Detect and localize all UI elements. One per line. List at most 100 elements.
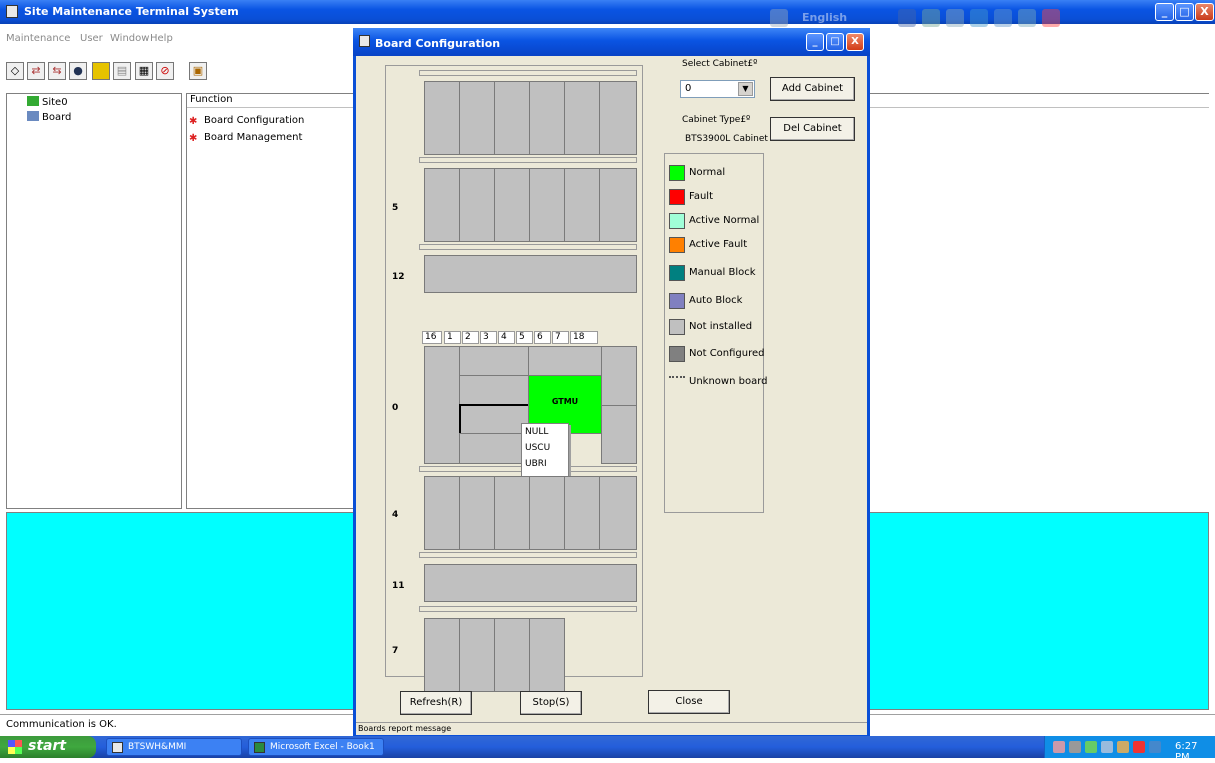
slot[interactable] xyxy=(599,476,637,550)
slot[interactable] xyxy=(424,618,460,692)
arrows-icon[interactable]: ⇆ xyxy=(48,62,66,80)
globe-icon[interactable]: ● xyxy=(69,62,87,80)
slot[interactable] xyxy=(564,81,600,155)
slot-1[interactable] xyxy=(459,346,529,376)
slot[interactable] xyxy=(424,168,460,242)
status-legend: Normal Fault Active Normal Active Fault … xyxy=(664,153,767,513)
diamond-icon[interactable]: ◇ xyxy=(6,62,24,80)
slot[interactable] xyxy=(424,564,637,602)
tray-icon[interactable] xyxy=(1085,741,1097,753)
menu-maintenance[interactable]: Maintenance xyxy=(6,33,70,44)
dialog-close-button[interactable]: X xyxy=(846,33,864,51)
menu-item-uscu[interactable]: USCU xyxy=(522,440,568,456)
site-icon xyxy=(27,96,39,106)
shield-icon xyxy=(994,9,1012,27)
slot[interactable] xyxy=(599,168,637,242)
alert-icon[interactable] xyxy=(1133,741,1145,753)
board-configuration-dialog: Board Configuration _ □ X 5 12 16 1 2 3 … xyxy=(353,28,870,738)
menu-user[interactable]: User xyxy=(80,33,103,44)
menu-item-null[interactable]: NULL xyxy=(522,424,568,440)
tray-icon[interactable] xyxy=(1053,741,1065,753)
board-type-context-menu: NULL USCU UBRI xyxy=(521,423,569,479)
stop-button[interactable]: Stop(S) xyxy=(520,691,582,715)
tree-item-board[interactable]: Board xyxy=(27,111,71,123)
refresh-button[interactable]: Refresh(R) xyxy=(400,691,472,715)
slot[interactable] xyxy=(424,255,637,293)
slot-2[interactable] xyxy=(528,346,602,376)
slot[interactable] xyxy=(494,618,530,692)
row-label-5: 5 xyxy=(392,203,399,213)
dialog-minimize-button[interactable]: _ xyxy=(806,33,824,51)
menu-window[interactable]: Window xyxy=(110,33,149,44)
slot[interactable] xyxy=(529,618,565,692)
status-text: Communication is OK. xyxy=(6,719,117,730)
slot[interactable] xyxy=(459,618,495,692)
slot-number: 18 xyxy=(570,331,598,344)
slot[interactable] xyxy=(529,81,565,155)
dialog-title-bar[interactable]: Board Configuration _ □ X xyxy=(353,28,870,56)
printer-icon[interactable]: ▦ xyxy=(135,62,153,80)
swatch xyxy=(669,213,685,229)
dialog-icon xyxy=(359,35,370,47)
slot[interactable] xyxy=(459,81,495,155)
select-cabinet-label: Select Cabinet£º xyxy=(682,59,758,69)
main-close-button[interactable]: X xyxy=(1195,3,1214,21)
main-maximize-button[interactable]: □ xyxy=(1175,3,1194,21)
slot[interactable] xyxy=(459,168,495,242)
main-minimize-button[interactable]: _ xyxy=(1155,3,1174,21)
slot[interactable] xyxy=(424,476,460,550)
network-icon[interactable] xyxy=(1101,741,1113,753)
slot[interactable] xyxy=(494,476,530,550)
slot-5-selected[interactable] xyxy=(459,404,529,434)
export-icon[interactable]: ▣ xyxy=(189,62,207,80)
dialog-maximize-button[interactable]: □ xyxy=(826,33,844,51)
menu-help[interactable]: Help xyxy=(150,33,173,44)
slot-7[interactable] xyxy=(459,433,529,464)
tree-item-site0[interactable]: Site0 xyxy=(27,96,68,108)
tool-icon: ✱ xyxy=(189,133,198,144)
del-cabinet-button[interactable]: Del Cabinet xyxy=(770,117,855,141)
slot[interactable] xyxy=(564,476,600,550)
add-cabinet-button[interactable]: Add Cabinet xyxy=(770,77,855,101)
slot[interactable] xyxy=(459,476,495,550)
slot-19[interactable] xyxy=(601,405,637,464)
battery-icon[interactable] xyxy=(92,62,110,80)
slot[interactable] xyxy=(599,81,637,155)
slot-16[interactable] xyxy=(424,346,460,464)
slot[interactable] xyxy=(494,168,530,242)
slot[interactable] xyxy=(564,168,600,242)
volume-icon[interactable] xyxy=(1117,741,1129,753)
swatch xyxy=(669,293,685,309)
slot[interactable] xyxy=(529,168,565,242)
right-panel xyxy=(868,93,1209,509)
slot-3[interactable] xyxy=(459,375,529,405)
tree-panel: Site0 Board xyxy=(6,93,182,509)
slot-number: 7 xyxy=(552,331,569,344)
rail xyxy=(419,606,637,612)
app-icon xyxy=(6,5,18,18)
document-icon[interactable]: ▤ xyxy=(113,62,131,80)
swap-icon[interactable]: ⇄ xyxy=(27,62,45,80)
chevron-down-icon[interactable]: ▼ xyxy=(738,82,753,96)
slot-18[interactable] xyxy=(601,346,637,406)
rail xyxy=(419,157,637,163)
taskbar-item-excel[interactable]: Microsoft Excel - Book1 xyxy=(248,738,384,756)
cabinet-select[interactable]: 0 ▼ xyxy=(680,80,755,98)
stop-icon[interactable]: ⊘ xyxy=(156,62,174,80)
rail xyxy=(419,552,637,558)
close-button[interactable]: Close xyxy=(648,690,730,714)
tray-icon[interactable] xyxy=(1069,741,1081,753)
cabinet-select-value: 0 xyxy=(685,83,692,94)
function-item-board-configuration[interactable]: ✱ Board Configuration xyxy=(189,115,304,127)
start-button[interactable]: start xyxy=(0,736,96,758)
slot[interactable] xyxy=(529,476,565,550)
taskbar-item-btswh-mmi[interactable]: BTSWH&MMI xyxy=(106,738,242,756)
function-item-board-management[interactable]: ✱ Board Management xyxy=(189,132,302,144)
slot-number: 5 xyxy=(516,331,533,344)
pin-icon xyxy=(770,9,788,27)
row-label-4: 4 xyxy=(392,510,399,520)
monitor-icon[interactable] xyxy=(1149,741,1161,753)
slot[interactable] xyxy=(494,81,530,155)
slot[interactable] xyxy=(424,81,460,155)
menu-item-ubri[interactable]: UBRI xyxy=(522,456,568,472)
